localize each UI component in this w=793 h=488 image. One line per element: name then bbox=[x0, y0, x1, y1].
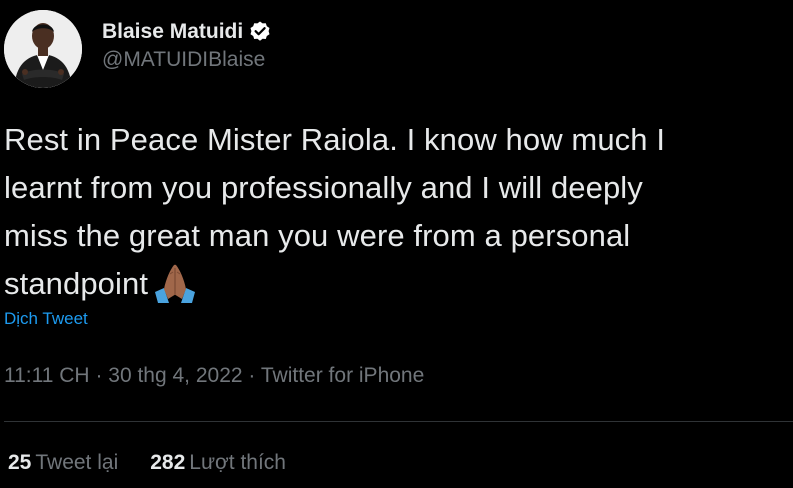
user-handle[interactable]: @MATUIDIBlaise bbox=[102, 47, 272, 73]
tweet-text-line: Rest in Peace Mister Raiola. I know how … bbox=[4, 122, 666, 157]
tweet-time[interactable]: 11:11 CH bbox=[4, 364, 90, 387]
verified-badge-icon bbox=[248, 20, 272, 44]
like-label: Lượt thích bbox=[189, 451, 286, 474]
user-names: Blaise Matuidi @MATUIDIBlaise bbox=[102, 19, 272, 73]
tweet-text-segment: standpoint bbox=[4, 266, 149, 301]
tweet-header: Blaise Matuidi @MATUIDIBlaise bbox=[4, 10, 272, 90]
like-count: 282 bbox=[150, 451, 186, 474]
meta-separator: · bbox=[242, 364, 261, 387]
tweet-stats: 25 Tweet lại 282 Lượt thích bbox=[8, 451, 318, 475]
tweet-date[interactable]: 30 thg 4, 2022 bbox=[108, 364, 242, 387]
tweet-text: Rest in Peace Mister Raiola. I know how … bbox=[4, 116, 793, 308]
divider bbox=[4, 421, 793, 422]
name-row: Blaise Matuidi bbox=[102, 19, 272, 45]
tweet-text-line-last: standpoint bbox=[4, 260, 793, 308]
meta-separator: · bbox=[89, 364, 109, 387]
retweet-count: 25 bbox=[8, 451, 32, 474]
tweet-source[interactable]: Twitter for iPhone bbox=[261, 364, 424, 387]
likes-stat[interactable]: 282 Lượt thích bbox=[150, 451, 286, 475]
tweet-text-line: learnt from you professionally and I wil… bbox=[4, 170, 643, 205]
profile-photo-icon bbox=[4, 10, 82, 88]
tweet: Blaise Matuidi @MATUIDIBlaise Rest in Pe… bbox=[0, 0, 793, 488]
retweets-stat[interactable]: 25 Tweet lại bbox=[8, 451, 118, 475]
display-name[interactable]: Blaise Matuidi bbox=[102, 19, 243, 45]
tweet-text-line: miss the great man you were from a perso… bbox=[4, 218, 631, 253]
folded-hands-icon bbox=[152, 262, 198, 304]
retweet-label: Tweet lại bbox=[35, 451, 119, 474]
avatar[interactable] bbox=[4, 10, 82, 88]
translate-tweet-link[interactable]: Dịch Tweet bbox=[4, 309, 88, 329]
tweet-metadata: 11:11 CH · 30 thg 4, 2022 · Twitter for … bbox=[4, 364, 424, 388]
